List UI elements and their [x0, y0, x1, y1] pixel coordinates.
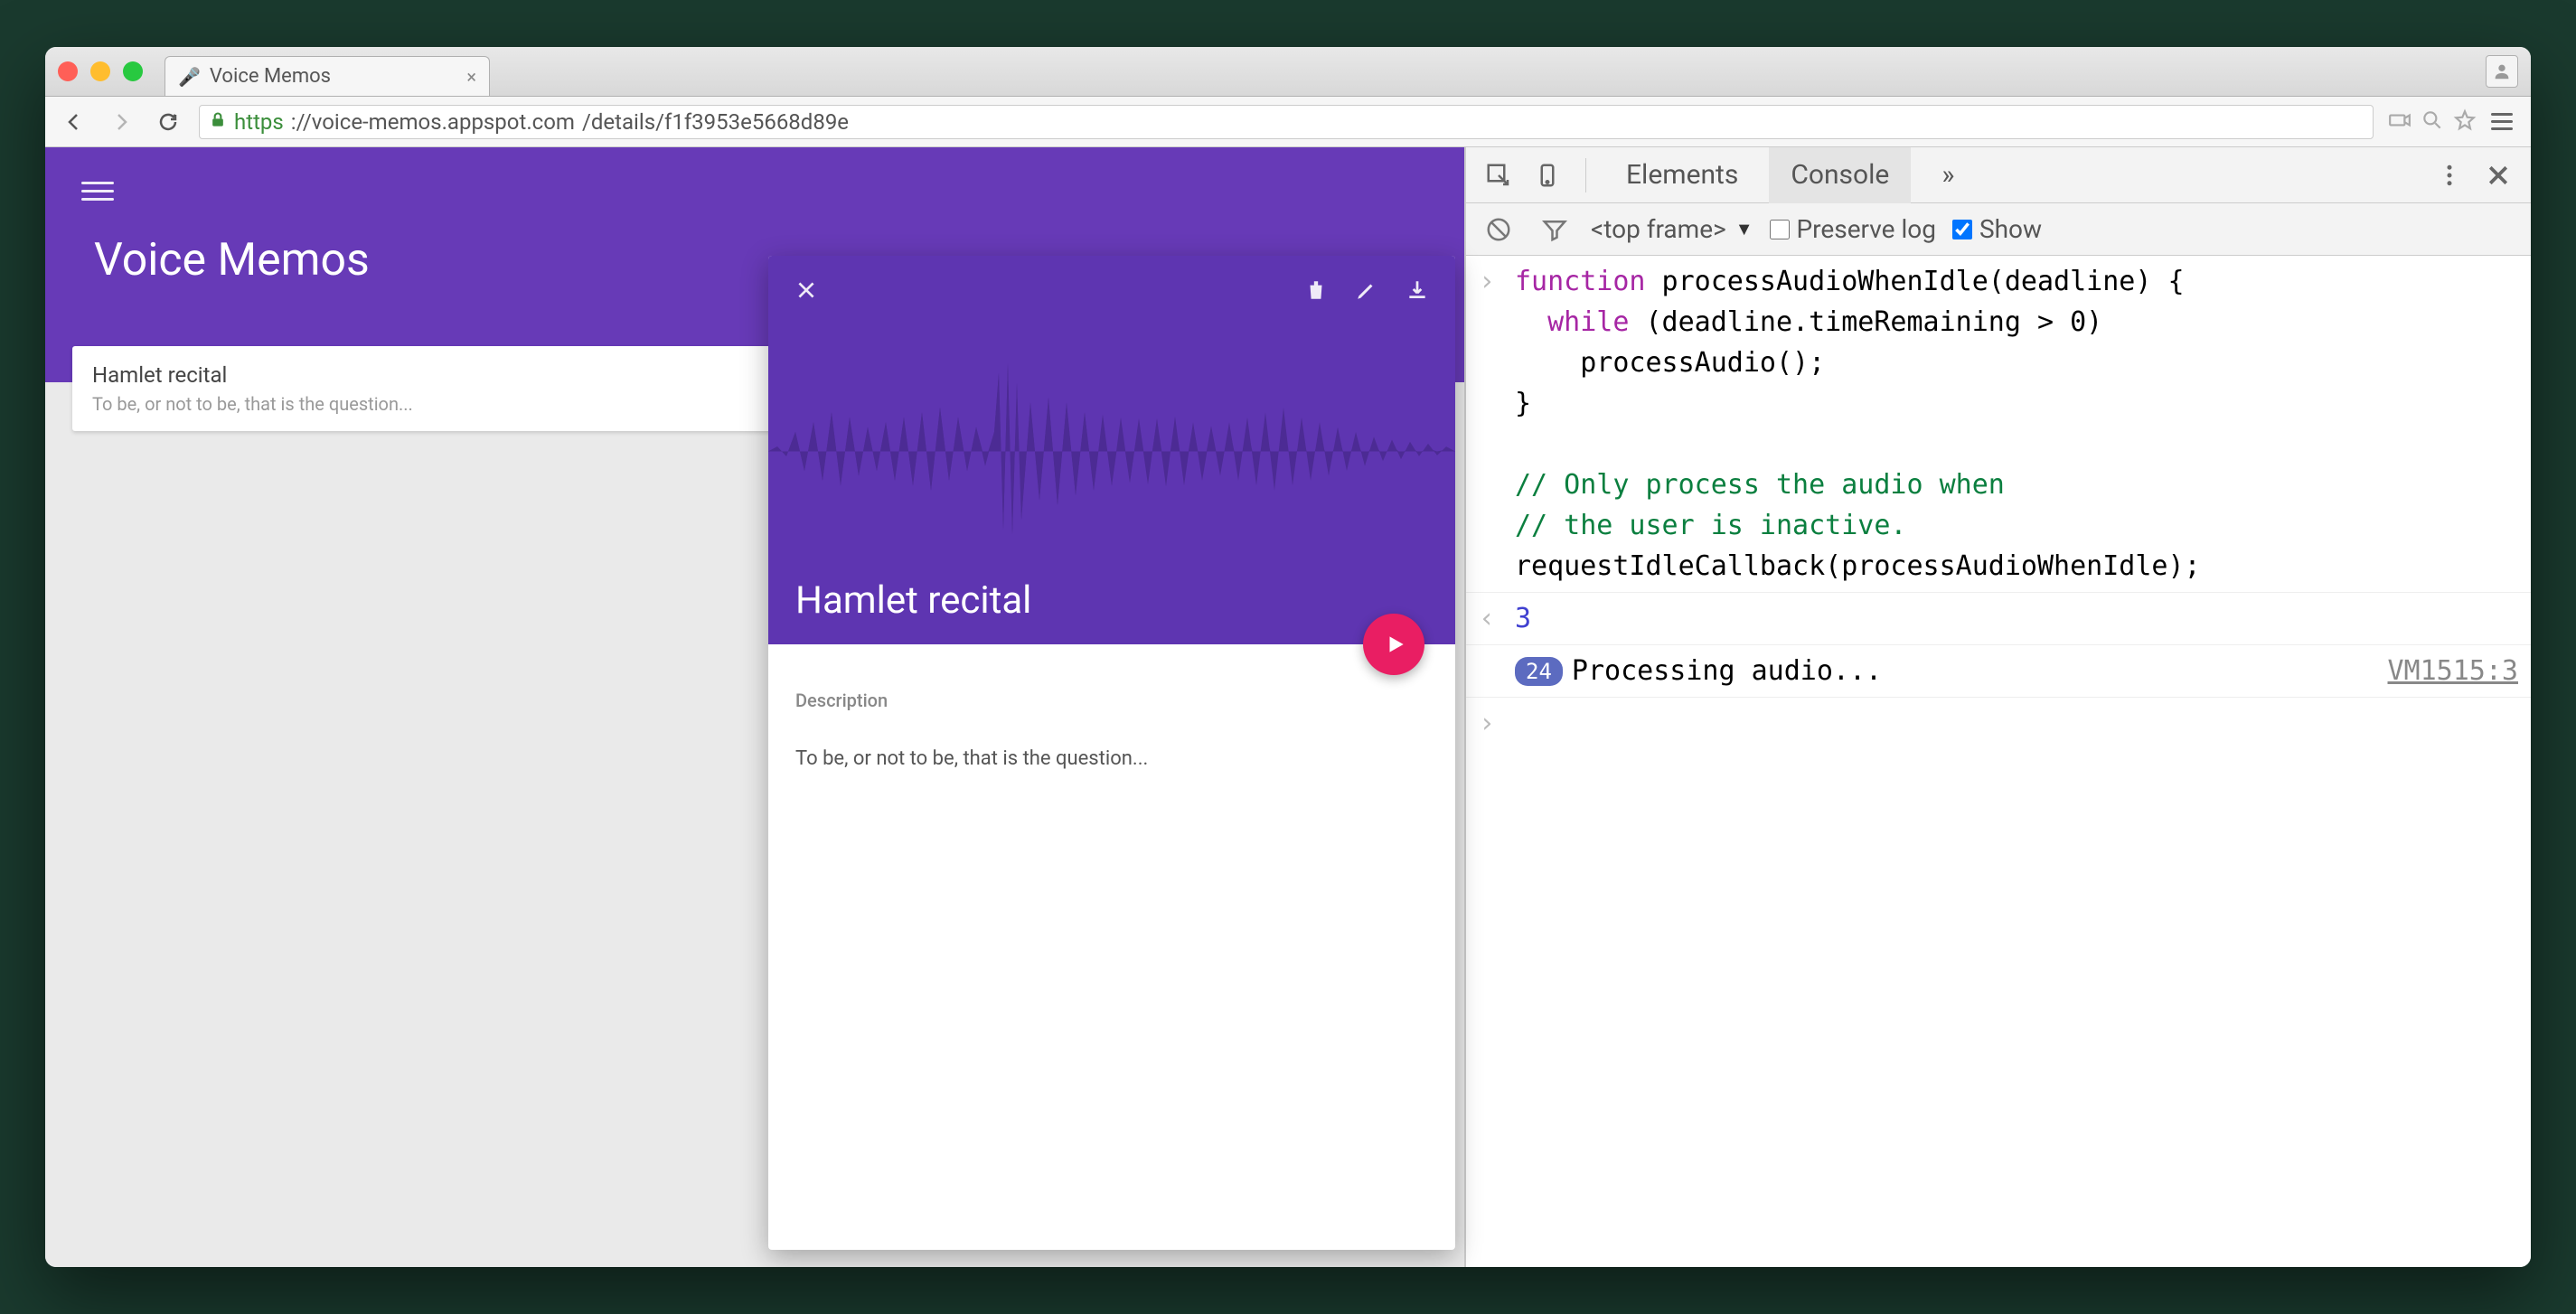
- show-checkbox[interactable]: Show: [1952, 214, 2042, 244]
- detail-body: Description To be, or not to be, that is…: [768, 644, 1455, 797]
- return-value: 3: [1515, 603, 1531, 634]
- close-devtools-button[interactable]: [2478, 155, 2518, 195]
- clear-console-button[interactable]: [1479, 210, 1518, 249]
- browser-tab[interactable]: 🎤 Voice Memos ×: [165, 56, 490, 96]
- content-area: Voice Memos Hamlet recital To be, or not…: [45, 147, 2531, 1267]
- close-tab-button[interactable]: ×: [466, 66, 476, 88]
- app-pane: Voice Memos Hamlet recital To be, or not…: [45, 147, 1464, 1267]
- device-icon[interactable]: [1528, 155, 1567, 195]
- url-input[interactable]: https ://voice-memos.appspot.com/details/…: [199, 105, 2374, 139]
- inspect-icon[interactable]: [1479, 155, 1518, 195]
- back-button[interactable]: [58, 106, 90, 138]
- download-button[interactable]: [1401, 274, 1434, 306]
- frame-selector[interactable]: <top frame> ▼: [1591, 214, 1753, 244]
- filter-icon[interactable]: [1535, 210, 1575, 249]
- waveform: [768, 324, 1455, 578]
- close-window-button[interactable]: [58, 61, 78, 81]
- address-bar: https ://voice-memos.appspot.com/details/…: [45, 97, 2531, 147]
- profile-button[interactable]: [2486, 55, 2518, 88]
- window-controls: [58, 61, 143, 81]
- close-detail-button[interactable]: [790, 274, 823, 306]
- detail-hero: Hamlet recital: [768, 256, 1455, 644]
- search-icon[interactable]: [2421, 108, 2444, 136]
- log-message: Processing audio...: [1572, 651, 1882, 691]
- description-label: Description: [795, 690, 1428, 711]
- devtools-pane: Elements Console » <top frame> ▼ Preserv…: [1464, 147, 2531, 1267]
- app-menu-button[interactable]: [81, 174, 114, 207]
- person-icon: [2492, 61, 2512, 81]
- star-icon[interactable]: [2453, 108, 2477, 136]
- reload-button[interactable]: [152, 106, 184, 138]
- console-toolbar: <top frame> ▼ Preserve log Show: [1466, 203, 2531, 256]
- tab-strip: 🎤 Voice Memos ×: [45, 47, 2531, 97]
- url-path: /details/f1f3953e5668d89e: [582, 109, 849, 135]
- menu-button[interactable]: [2486, 106, 2518, 138]
- url-host: ://voice-memos.appspot.com: [291, 109, 575, 135]
- lock-icon: [209, 109, 227, 135]
- console-input[interactable]: [1515, 703, 2518, 744]
- chevron-down-icon: ▼: [1735, 218, 1753, 240]
- delete-button[interactable]: [1300, 274, 1332, 306]
- tab-title: Voice Memos: [210, 65, 331, 88]
- devtools-menu-button[interactable]: [2430, 155, 2469, 195]
- console-output[interactable]: › function processAudioWhenIdle(deadline…: [1466, 256, 2531, 1267]
- log-count-badge: 24: [1515, 657, 1563, 686]
- minimize-window-button[interactable]: [90, 61, 110, 81]
- memo-detail-card: Hamlet recital Description To be, or not…: [768, 256, 1455, 1250]
- maximize-window-button[interactable]: [123, 61, 143, 81]
- url-scheme: https: [234, 109, 284, 135]
- play-button[interactable]: [1363, 614, 1424, 675]
- devtools-tab-bar: Elements Console »: [1466, 147, 2531, 203]
- edit-button[interactable]: [1350, 274, 1383, 306]
- log-source-link[interactable]: VM1515:3: [2370, 651, 2519, 691]
- tab-more[interactable]: »: [1920, 147, 1976, 203]
- tab-console[interactable]: Console: [1769, 147, 1911, 203]
- tab-elements[interactable]: Elements: [1604, 147, 1760, 203]
- detail-title: Hamlet recital: [768, 578, 1455, 644]
- forward-button[interactable]: [105, 106, 137, 138]
- preserve-log-checkbox[interactable]: Preserve log: [1770, 214, 1936, 244]
- browser-window: 🎤 Voice Memos × https ://voice-memos.apps…: [45, 47, 2531, 1267]
- description-text: To be, or not to be, that is the questio…: [795, 747, 1428, 770]
- camera-icon[interactable]: [2388, 108, 2411, 136]
- microphone-icon: 🎤: [178, 66, 201, 88]
